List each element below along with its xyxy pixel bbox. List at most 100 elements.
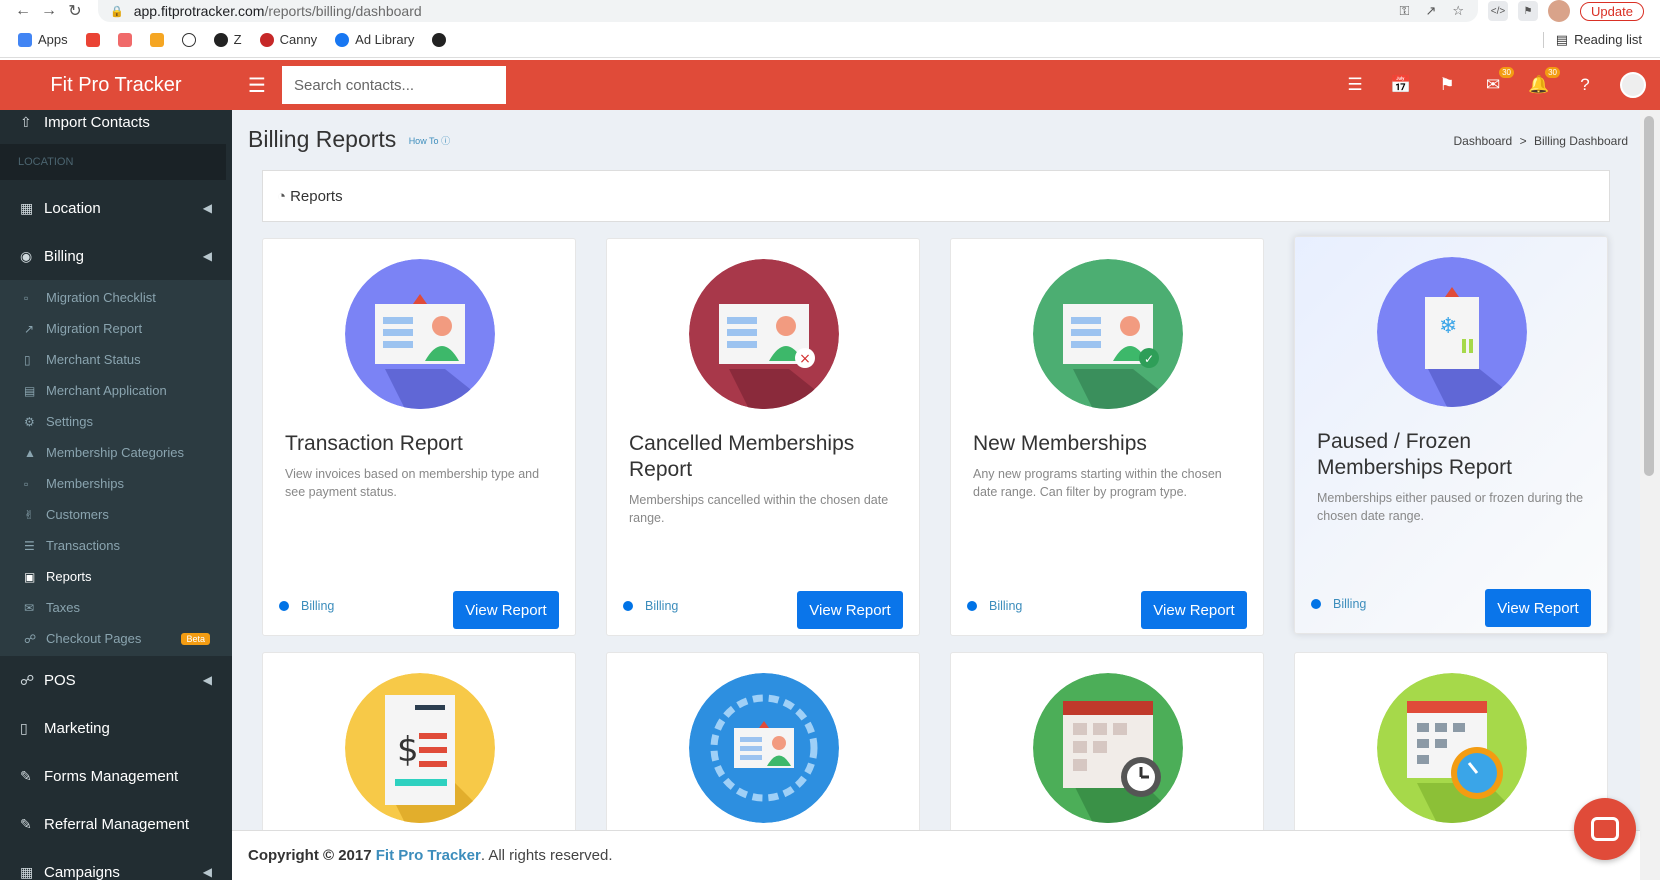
- bookmark-ad-library[interactable]: Ad Library: [335, 32, 414, 47]
- footer-brand-link[interactable]: Fit Pro Tracker: [376, 847, 481, 864]
- sidebar-item-campaigns[interactable]: ▦ Campaigns ◀: [0, 848, 232, 880]
- gmail-icon: [85, 32, 100, 47]
- sidebar-item-transactions[interactable]: ☰ Transactions: [0, 530, 232, 561]
- file-icon: ▯: [20, 719, 28, 736]
- footer-rights: . All rights reserved.: [480, 847, 613, 864]
- reload-icon[interactable]: ↻: [62, 1, 88, 21]
- sidebar: ⇧ Import Contacts LOCATION ▦ Location ◀ …: [0, 110, 232, 880]
- app-topbar: Fit Pro Tracker ☰ ☰ 📅 ⚑ ✉30 🔔30 ?: [0, 60, 1660, 110]
- report-card-cancelled-memberships: × Cancelled Memberships Report Membershi…: [606, 238, 920, 636]
- report-card-image: [689, 673, 839, 823]
- extension-code-icon[interactable]: </>: [1488, 1, 1508, 21]
- sidebar-item-customers[interactable]: ✌ Customers: [0, 499, 232, 530]
- bookmark-z[interactable]: Z: [213, 32, 242, 47]
- url-host: app.fitprotracker.com: [133, 3, 265, 19]
- share-icon[interactable]: ↗: [1425, 3, 1436, 19]
- calendar-icon[interactable]: 📅: [1390, 75, 1412, 95]
- bookmark-gmail[interactable]: [85, 32, 100, 47]
- chevron-left-icon: ◀: [202, 249, 212, 263]
- report-card-image: ❄: [1377, 257, 1527, 407]
- hand-coin-icon: ✌: [24, 507, 35, 522]
- sidebar-item-reports[interactable]: ▣ Reports: [0, 561, 232, 592]
- report-card-description: Any new programs starting within the cho…: [973, 467, 1222, 499]
- chat-icon: [1591, 817, 1619, 841]
- sidebar-item-location[interactable]: ▦ Location ◀: [0, 184, 232, 232]
- sidebar-item-migration-checklist[interactable]: ▫ Migration Checklist: [0, 282, 232, 313]
- bell-badge: 30: [1545, 67, 1560, 78]
- sidebar-header-location: LOCATION: [0, 144, 226, 180]
- mail-icon[interactable]: ✉ 30: [1482, 67, 1514, 95]
- key-icon[interactable]: ⚿: [1400, 3, 1410, 19]
- list-icon: ☰: [24, 538, 35, 553]
- bookmark-globe[interactable]: [432, 32, 447, 47]
- canny-icon: [259, 32, 274, 47]
- scrollbar-thumb[interactable]: [1644, 116, 1654, 476]
- report-card-image: ✓: [1033, 259, 1183, 409]
- svg-text:❄: ❄: [1439, 314, 1457, 339]
- sidebar-item-forms-management[interactable]: ✎ Forms Management: [0, 752, 232, 800]
- flag-icon[interactable]: ⚑: [1436, 75, 1458, 95]
- bookmark-smiley[interactable]: [181, 32, 196, 47]
- view-report-button[interactable]: View Report: [1485, 589, 1591, 627]
- sidebar-item-taxes[interactable]: ✉ Taxes: [0, 592, 232, 623]
- chat-launcher-button[interactable]: [1574, 798, 1636, 860]
- report-card-description: Memberships either paused or frozen duri…: [1317, 491, 1584, 523]
- forward-icon[interactable]: →: [36, 1, 62, 21]
- report-card-title: Transaction Report: [285, 432, 463, 455]
- puzzle-icon[interactable]: ⚑: [1518, 1, 1538, 21]
- dot-icon: [623, 601, 633, 611]
- mail-badge: 30: [1499, 67, 1514, 78]
- dot-icon: [279, 601, 289, 611]
- bookmark-app[interactable]: [149, 32, 164, 47]
- sidebar-item-settings[interactable]: ⚙ Settings: [0, 406, 232, 437]
- svg-text:✓: ✓: [1144, 352, 1154, 366]
- pie-chart-icon: ◔: [277, 187, 287, 205]
- view-report-button[interactable]: View Report: [797, 591, 903, 629]
- address-bar[interactable]: 🔒 app.fitprotracker.com/reports/billing/…: [98, 0, 1478, 22]
- search-input[interactable]: [282, 66, 506, 104]
- file-icon: ▯: [24, 352, 31, 367]
- sidebar-item-migration-report[interactable]: ↗ Migration Report: [0, 313, 232, 344]
- report-card-tag: Billing: [279, 599, 334, 613]
- page-scrollbar[interactable]: [1640, 110, 1660, 880]
- bookmark-canny[interactable]: Canny: [259, 32, 317, 47]
- how-to-link[interactable]: How To ⓘ: [409, 136, 450, 146]
- reading-list[interactable]: ▤ Reading list: [1542, 31, 1642, 48]
- browser-toolbar: ← → ↻ 🔒 app.fitprotracker.com/reports/bi…: [0, 0, 1660, 22]
- view-report-button[interactable]: View Report: [453, 591, 559, 629]
- sidebar-item-marketing[interactable]: ▯ Marketing: [0, 704, 232, 752]
- sidebar-item-pos[interactable]: ☍ POS ◀: [0, 656, 232, 704]
- report-card-invoice: $: [262, 652, 576, 830]
- chevron-left-icon: ◀: [202, 201, 212, 215]
- dot-icon: [1311, 599, 1321, 609]
- breadcrumb-dashboard[interactable]: Dashboard: [1454, 134, 1513, 148]
- sidebar-item-merchant-status[interactable]: ▯ Merchant Status: [0, 344, 232, 375]
- sidebar-item-checkout-pages[interactable]: ☍ Checkout Pages Beta: [0, 623, 232, 654]
- user-avatar[interactable]: [1620, 72, 1646, 98]
- bookmark-asana[interactable]: [117, 32, 132, 47]
- sidebar-item-billing[interactable]: ◉ Billing ◀: [0, 232, 232, 280]
- sidebar-item-membership-categories[interactable]: ▲ Membership Categories: [0, 437, 232, 468]
- reports-header-box: ◔ Reports: [262, 170, 1610, 222]
- profile-avatar[interactable]: [1548, 0, 1570, 22]
- report-card-image: $: [345, 673, 495, 823]
- tasks-icon[interactable]: ☰: [1344, 75, 1366, 95]
- help-icon[interactable]: ?: [1574, 75, 1596, 95]
- sidebar-item-memberships[interactable]: ▫ Memberships: [0, 468, 232, 499]
- report-card-expiring: [1294, 652, 1608, 830]
- menu-toggle-icon[interactable]: ☰: [232, 73, 282, 98]
- brand-logo[interactable]: Fit Pro Tracker: [0, 60, 232, 110]
- sidebar-item-merchant-application[interactable]: ▤ Merchant Application: [0, 375, 232, 406]
- sidebar-item-referral-management[interactable]: ✎ Referral Management: [0, 800, 232, 848]
- bookmark-apps[interactable]: Apps: [18, 32, 68, 47]
- edit-icon: ✎: [20, 767, 32, 784]
- billing-submenu: ▫ Migration Checklist ↗ Migration Report ▯…: [0, 280, 232, 656]
- star-icon[interactable]: ☆: [1452, 3, 1464, 19]
- view-report-button[interactable]: View Report: [1141, 591, 1247, 629]
- back-icon[interactable]: ←: [10, 1, 36, 21]
- bell-icon[interactable]: 🔔 30: [1528, 67, 1560, 95]
- footer-copyright: Copyright © 2017: [248, 847, 372, 864]
- sidebar-item-import-contacts[interactable]: ⇧ Import Contacts: [0, 110, 232, 140]
- apps-icon: [18, 32, 32, 47]
- update-button[interactable]: Update: [1580, 1, 1644, 21]
